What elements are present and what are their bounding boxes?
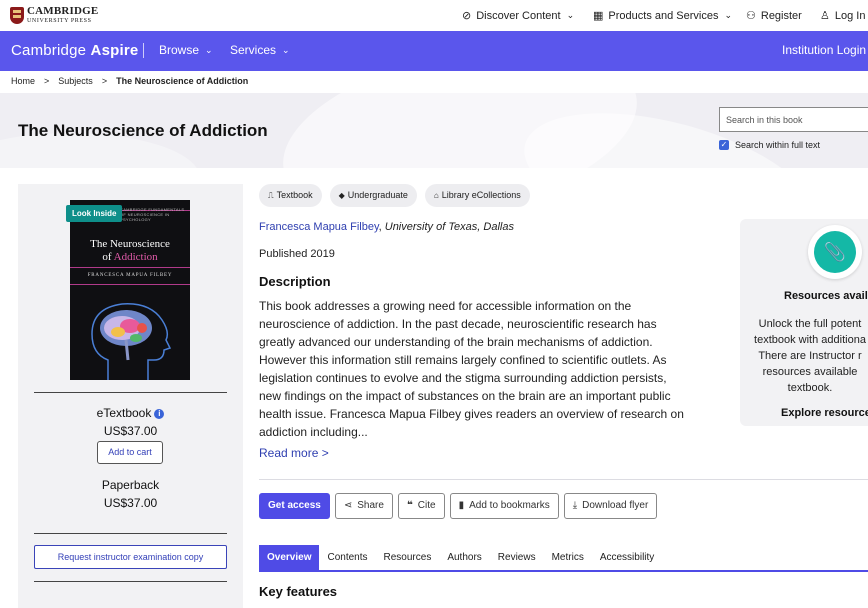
top-bar: CAMBRIDGE UNIVERSITY PRESS ⊘ Discover Co… — [0, 0, 868, 31]
author-link[interactable]: Francesca Mapua Filbey — [259, 221, 379, 233]
tag-library-ecollections[interactable]: ⌂ Library eCollections — [424, 184, 530, 207]
paperback-format: Paperback — [101, 478, 160, 492]
cambridge-logo[interactable]: CAMBRIDGE UNIVERSITY PRESS — [10, 6, 98, 24]
divider — [34, 581, 227, 582]
chevron-down-icon: ⌄ — [205, 44, 213, 55]
bookmark-icon: ▮ — [458, 500, 465, 511]
paperclip-icon: 📎 — [814, 231, 856, 273]
action-bar: Get access ⋖ Share ❝ Cite ▮ Add to bookmark… — [259, 493, 662, 519]
paperback-price: US$37.00 — [103, 496, 158, 510]
share-icon: ⋖ — [343, 500, 353, 511]
resources-card: 📎 Resources availa Unlock the full poten… — [740, 219, 868, 426]
key-features-heading: Key features — [259, 584, 338, 599]
products-label: Products and Services — [608, 9, 719, 22]
tab-contents[interactable]: Contents — [319, 545, 375, 570]
crest-icon — [10, 6, 24, 24]
add-to-cart-button[interactable]: Add to cart — [97, 441, 163, 464]
author-affiliation: University of Texas, Dallas — [384, 221, 514, 233]
tab-accessibility[interactable]: Accessibility — [592, 545, 662, 570]
cover-author: FRANCESCA MAPUA FILBEY — [87, 273, 173, 278]
login-label: Log In — [834, 9, 866, 22]
compass-icon: ⊘ — [462, 10, 472, 22]
tag-list: ⎍ Textbook ◆ Undergraduate ⌂ Library eColle… — [259, 184, 538, 207]
chevron-down-icon: ⌄ — [566, 10, 575, 20]
cover-series: CAMBRIDGE FUNDAMENTALS OF NEUROSCIENCE I… — [120, 207, 185, 222]
discover-content-menu[interactable]: ⊘ Discover Content ⌄ — [462, 0, 574, 31]
login-link[interactable]: ♙ Log In — [820, 0, 865, 31]
grid-icon: ▦ — [593, 10, 604, 22]
breadcrumb: Home > Subjects > The Neuroscience of Ad… — [11, 76, 249, 86]
request-exam-copy-button[interactable]: Request instructor examination copy — [34, 545, 227, 569]
add-to-bookmarks-button[interactable]: ▮ Add to bookmarks — [449, 493, 559, 519]
products-services-menu[interactable]: ▦ Products and Services ⌄ — [593, 0, 732, 31]
chevron-down-icon: ⌄ — [282, 44, 290, 55]
divider — [34, 533, 227, 534]
checkbox-checked-icon: ✓ — [719, 140, 729, 150]
download-flyer-button[interactable]: ⤓ Download flyer — [563, 493, 658, 519]
main-nav: Cambridge Aspire Browse ⌄ Services ⌄ Ins… — [0, 31, 868, 71]
download-icon: ⤓ — [572, 500, 578, 511]
search-full-text-checkbox[interactable]: ✓ Search within full text — [719, 140, 820, 150]
description-text: This book addresses a growing need for a… — [259, 299, 684, 439]
published-date: Published 2019 — [259, 248, 335, 260]
register-label: Register — [760, 9, 802, 22]
description-heading: Description — [259, 274, 331, 289]
services-menu[interactable]: Services ⌄ — [230, 43, 290, 57]
user-icon: ♙ — [820, 10, 830, 22]
divider — [34, 392, 227, 393]
tag-textbook[interactable]: ⎍ Textbook — [259, 184, 322, 207]
graduation-cap-icon: ◆ — [338, 191, 345, 200]
library-icon: ⌂ — [433, 191, 439, 200]
title-banner: The Neuroscience of Addiction Search in … — [0, 93, 868, 168]
tab-authors[interactable]: Authors — [439, 545, 489, 570]
content-tabs: Overview Contents Resources Authors Revi… — [259, 545, 868, 572]
tab-metrics[interactable]: Metrics — [544, 545, 592, 570]
book-icon: ⎍ — [268, 191, 274, 200]
logo-line2: UNIVERSITY PRESS — [27, 18, 92, 24]
etextbook-price: US$37.00 — [103, 424, 158, 438]
brain-illustration — [91, 303, 172, 380]
tab-reviews[interactable]: Reviews — [490, 545, 544, 570]
cambridge-aspire-brand[interactable]: Cambridge Aspire — [11, 42, 138, 59]
search-in-book-input[interactable]: Search in this book — [719, 107, 868, 132]
tab-resources[interactable]: Resources — [376, 545, 440, 570]
read-more-link[interactable]: Read more > — [259, 446, 329, 460]
chevron-down-icon: ⌄ — [724, 10, 733, 20]
user-plus-icon: ⚇ — [746, 10, 756, 22]
get-access-button[interactable]: Get access — [259, 493, 330, 519]
discover-label: Discover Content — [476, 9, 561, 22]
resources-text: Unlock the full potent textbook with add… — [754, 318, 866, 394]
cover-title-2: of Addiction — [102, 251, 158, 263]
nav-divider — [143, 43, 144, 58]
tab-overview[interactable]: Overview — [259, 545, 320, 570]
book-cover[interactable]: CAMBRIDGE FUNDAMENTALS OF NEUROSCIENCE I… — [70, 200, 190, 380]
resources-title: Resources availa — [784, 290, 868, 302]
page-title: The Neuroscience of Addiction — [18, 121, 268, 140]
cite-button[interactable]: ❝ Cite — [397, 493, 445, 519]
purchase-panel: CAMBRIDGE FUNDAMENTALS OF NEUROSCIENCE I… — [18, 184, 243, 608]
breadcrumb-current: The Neuroscience of Addiction — [116, 76, 249, 86]
author-line: Francesca Mapua Filbey, University of Te… — [259, 221, 514, 233]
etextbook-format: eTextbook i — [18, 406, 243, 420]
register-link[interactable]: ⚇ Register — [746, 0, 802, 31]
breadcrumb-home[interactable]: Home — [11, 76, 35, 86]
cover-title-1: The Neuroscience — [90, 238, 170, 250]
share-button[interactable]: ⋖ Share — [334, 493, 393, 519]
info-icon[interactable]: i — [154, 409, 165, 419]
quote-icon: ❝ — [406, 500, 413, 511]
divider — [259, 479, 868, 480]
tag-undergraduate[interactable]: ◆ Undergraduate — [329, 184, 417, 207]
logo-line1: CAMBRIDGE — [27, 5, 99, 17]
browse-menu[interactable]: Browse ⌄ — [159, 43, 213, 57]
explore-resources-link[interactable]: Explore resource — [781, 407, 868, 419]
paperclip-badge: 📎 — [808, 225, 862, 279]
breadcrumb-subjects[interactable]: Subjects — [58, 76, 93, 86]
look-inside-badge[interactable]: Look Inside — [66, 205, 123, 222]
institution-login-link[interactable]: Institution Login — [782, 43, 866, 57]
